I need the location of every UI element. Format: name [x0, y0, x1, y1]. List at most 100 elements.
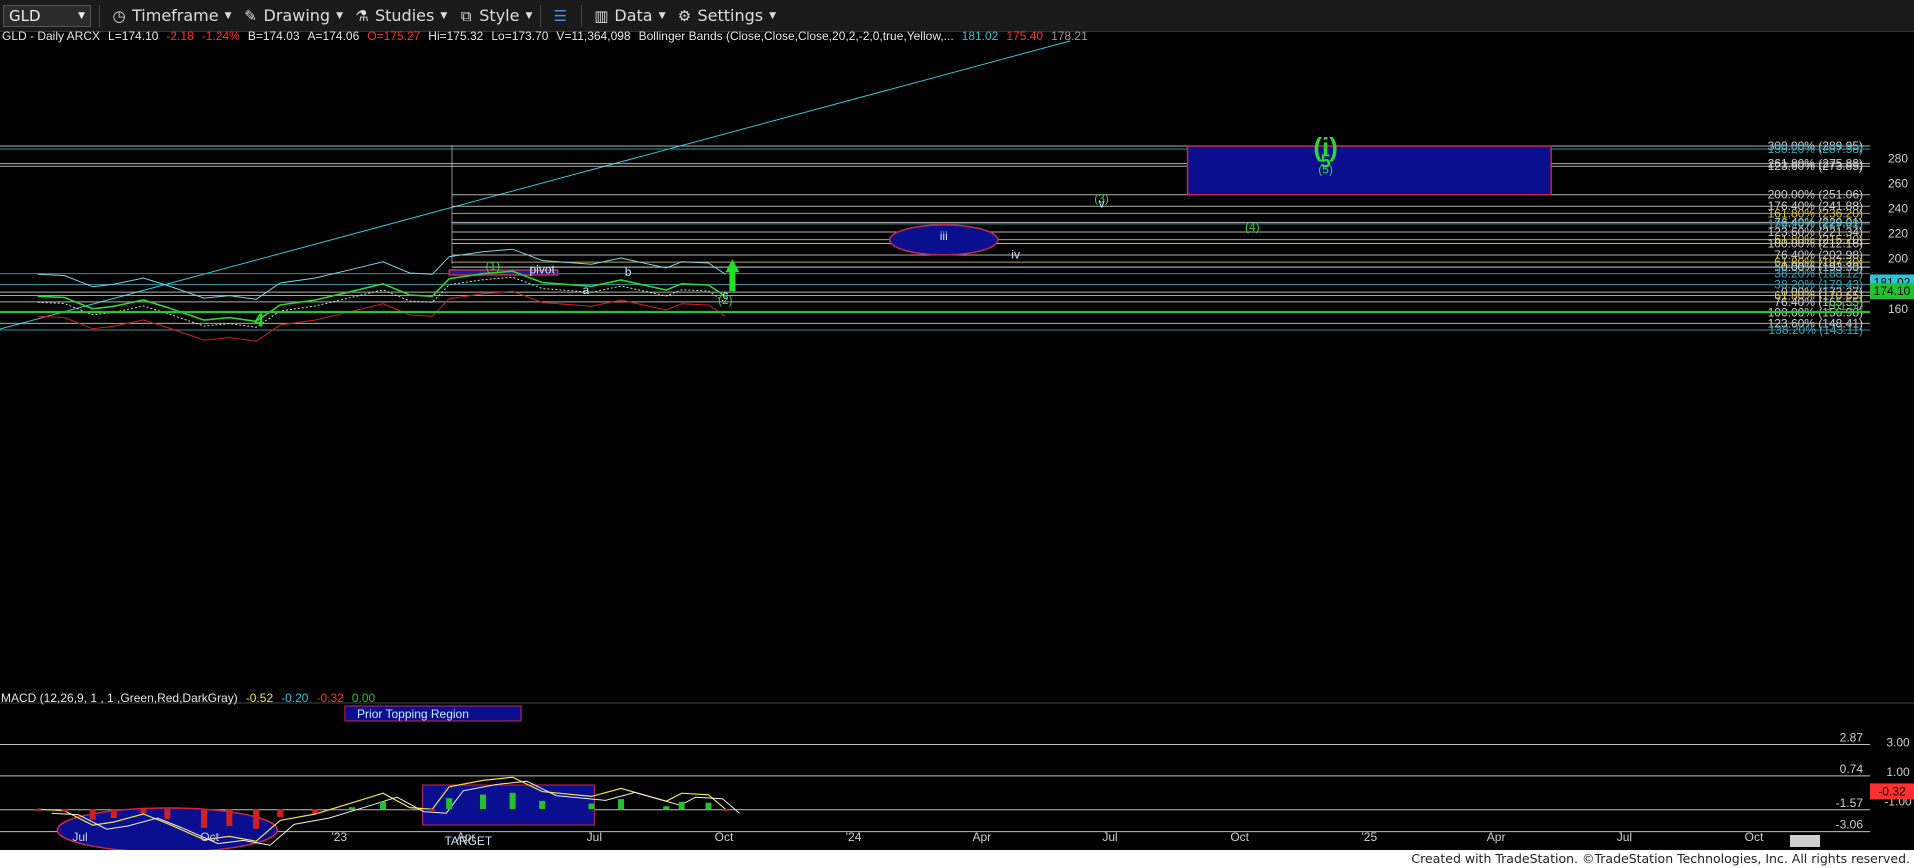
bb-upper: 181.02: [962, 31, 999, 43]
fib-level-label: 138.20% (287.58): [1768, 142, 1863, 156]
chart-header: GLD - Daily ARCX L=174.10 -2.18 -1.24% B=174…: [1, 31, 1088, 705]
time-tick: '24: [846, 830, 862, 844]
ask: A=174.06: [308, 31, 360, 43]
macd-label: MACD (12,26,9, 1 , 1 ,Green,Red,DarkGray…: [1, 691, 238, 705]
bollinger-lower: [37, 290, 726, 342]
macd-v1: -0.52: [246, 691, 274, 705]
svg-text:MACD (12,26,9, 1 , 1 ,Green,Re: MACD (12,26,9, 1 , 1 ,Green,Red,DarkGray…: [1, 691, 376, 705]
macd-panel: 3.001.00-1.002.870.74-0.32-1.57-3.06Prio…: [0, 702, 1914, 850]
wave-label: (4): [1245, 220, 1260, 234]
macd-badge-text: -0.32: [1878, 784, 1906, 798]
time-tick: Oct: [1230, 830, 1249, 844]
time-tick: Jul: [587, 830, 602, 844]
style-label: Style: [479, 6, 520, 25]
macd-histogram-bar: [89, 809, 96, 820]
macd-histogram-bar: [379, 801, 386, 809]
macd-histogram-bar: [277, 809, 284, 818]
settings-button[interactable]: ⚙ Settings ▼: [676, 6, 777, 25]
macd-level-label: -3.06: [1836, 818, 1864, 832]
macd-level-label: -1.57: [1836, 796, 1864, 810]
macd-histogram-bar: [201, 809, 207, 828]
svg-text:GLD - Daily ARCXL=174.10-2.18: GLD - Daily ARCX L=174.10 -2.18 -1.24% B=174…: [2, 31, 1088, 43]
timeframe-button[interactable]: ◷ Timeframe ▼: [110, 6, 232, 25]
data-button[interactable]: ▥ Data ▼: [592, 6, 665, 25]
open: O=175.27: [367, 31, 420, 43]
drawing-label: Drawing: [263, 6, 331, 25]
symbol-input[interactable]: GLD ▼: [3, 4, 91, 27]
chevron-down-icon: ▼: [224, 10, 232, 21]
style-button[interactable]: ⧉ Style ▼: [457, 6, 532, 25]
macd-histogram-bar: [312, 809, 319, 814]
price-panel: 160180200220240260280300.00% (289.95)138…: [0, 40, 1914, 342]
chevron-down-icon: ▼: [336, 10, 343, 21]
macd-histogram-bar: [140, 809, 147, 814]
macd-histogram-bar: [429, 809, 436, 811]
macd-histogram-bar: [705, 802, 712, 809]
data-label: Data: [614, 6, 653, 25]
scrollbar-thumb: [1790, 835, 1820, 847]
wave-label: iv: [1011, 248, 1020, 262]
price-tick: 260: [1888, 177, 1908, 191]
wave-label: iii: [940, 229, 948, 243]
macd-v4: 0.00: [352, 691, 376, 705]
macd-level-label: 0.74: [1840, 762, 1864, 776]
time-tick: Oct: [1745, 830, 1764, 844]
price-badge-text: 174.10: [1874, 284, 1911, 298]
price-tick: 240: [1888, 202, 1908, 216]
macd-histogram-bar: [164, 809, 171, 819]
time-tick: Jul: [1617, 830, 1632, 844]
chevron-down-icon: ▼: [440, 10, 448, 21]
bb-lower: 178.21: [1051, 31, 1088, 43]
time-tick: Apr: [972, 830, 991, 844]
macd-histogram-bar: [722, 809, 729, 811]
wave-label: (2): [718, 293, 733, 307]
macd-tick: 1.00: [1886, 765, 1910, 779]
time-tick: '23: [331, 830, 347, 844]
macd-level-label: 2.87: [1840, 731, 1864, 745]
low: Lo=173.70: [491, 31, 548, 43]
macd-histogram-bar: [110, 809, 117, 818]
wave-label: (5): [1318, 163, 1333, 177]
layout-button[interactable]: ☰: [551, 7, 573, 25]
macd-v3: -0.32: [316, 691, 344, 705]
flask-icon: ⚗: [355, 6, 369, 25]
price-tick: 280: [1888, 152, 1908, 166]
symbol-value: GLD: [9, 6, 41, 25]
price-tick: 160: [1888, 302, 1908, 316]
chevron-down-icon: ▼: [658, 10, 666, 21]
macd-histogram-bar: [253, 809, 260, 829]
footer: Created with TradeStation. ©TradeStation…: [0, 850, 1914, 868]
time-tick: Jul: [1102, 830, 1117, 844]
price-tick: 220: [1888, 227, 1908, 241]
pencil-icon: ✎: [244, 6, 257, 25]
wave-label: v: [1099, 196, 1105, 210]
bb-mid: 175.40: [1006, 31, 1043, 43]
fib-level-label: 138.20% (143.11): [1768, 323, 1863, 337]
toolbar: GLD ▼ ◷ Timeframe ▼ ✎ Drawing ▼ ⚗ Studies ▼ ⧉ S…: [0, 0, 1914, 32]
macd-histogram-bar: [539, 800, 546, 809]
toolbar-divider: [581, 4, 583, 27]
clock-icon: ◷: [112, 6, 126, 25]
up-arrow: [725, 259, 740, 292]
chevron-down-icon: ▼: [78, 10, 85, 21]
wave-label: 4: [254, 310, 264, 330]
time-tick: Apr: [457, 830, 476, 844]
timeframe-label: Timeframe: [132, 6, 219, 25]
time-axis: Jul Oct '23 Apr Jul Oct '24 Apr Jul Oct '25 Apr Jul O…: [72, 830, 1820, 847]
studies-button[interactable]: ⚗ Studies ▼: [353, 6, 447, 25]
price-level-label: 161.50: [1826, 299, 1863, 313]
change: -2.18: [166, 31, 194, 43]
settings-label: Settings: [697, 6, 764, 25]
macd-histogram-bar: [61, 809, 68, 812]
macd-histogram-bar: [34, 809, 41, 811]
price-chart[interactable]: 160180200220240260280300.00% (289.95)138…: [0, 31, 1914, 850]
time-tick: Apr: [1487, 830, 1506, 844]
macd-histogram-bar: [348, 807, 355, 809]
drawing-button[interactable]: ✎ Drawing ▼: [242, 6, 343, 25]
prior-topping-label: Prior Topping Region: [357, 707, 469, 721]
macd-histogram-bar: [618, 799, 625, 809]
fib-level-label: 123.60% (273.85): [1768, 159, 1863, 173]
high: Hi=175.32: [428, 31, 483, 43]
chevron-down-icon: ▼: [769, 10, 777, 21]
time-tick: Jul: [72, 830, 87, 844]
